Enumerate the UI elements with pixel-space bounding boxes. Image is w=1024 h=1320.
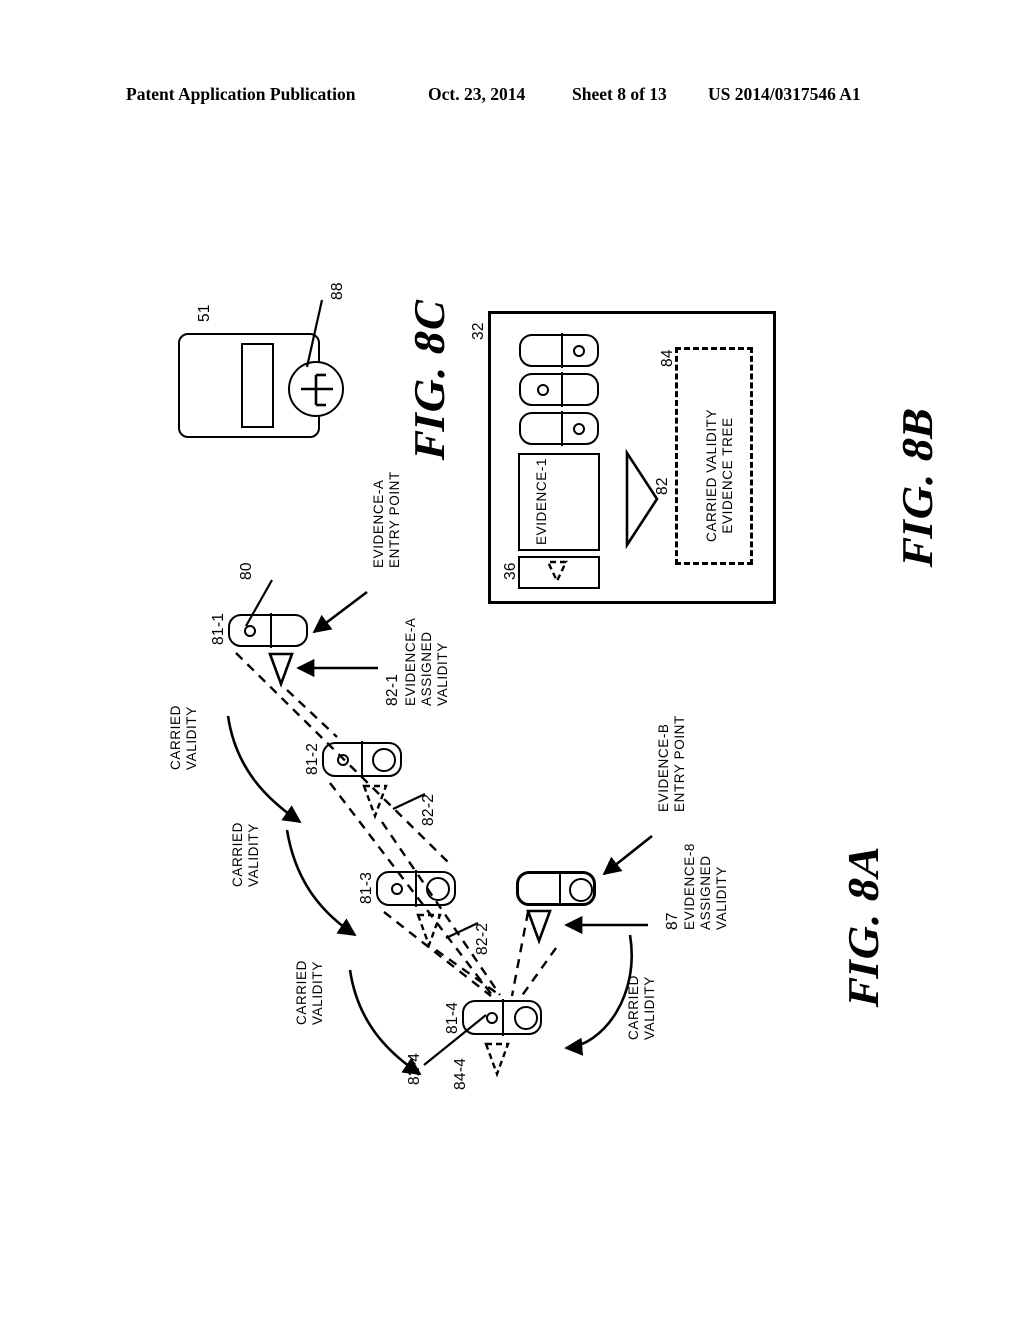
fig8b-node-3-dot: [573, 423, 585, 435]
fig8a-ref-80: 80: [238, 562, 255, 580]
fig8b-input-box: [518, 556, 600, 589]
patent-header: Patent Application Publication Oct. 23, …: [0, 84, 1024, 112]
fig8b-tree-label: CARRIED VALIDITY EVIDENCE TREE: [704, 408, 735, 542]
fig8a-annotation-evidence-a-validity: EVIDENCE-A ASSIGNED VALIDITY: [403, 617, 450, 706]
fig8b-evidence-label: EVIDENCE-1: [534, 457, 549, 545]
fig8b-evidence-box: [518, 453, 600, 551]
fig8a-ref-81-2: 81-2: [304, 742, 321, 775]
fig8b-node-1-divider: [561, 333, 563, 368]
fig8a-annotation-carried-validity-1: CARRIED VALIDITY: [168, 705, 199, 770]
fig8a-node-evidence-b-big-dot: [569, 878, 593, 902]
fig8b-node-1-dot: [573, 345, 585, 357]
header-sheet: Sheet 8 of 13: [572, 84, 667, 104]
fig8a-annotation-carried-validity-4: CARRIED VALIDITY: [626, 975, 657, 1040]
fig8a-node-81-2-big-dot: [372, 748, 396, 772]
fig8a-node-81-3-big-dot: [426, 877, 450, 901]
fig8b-node-2-dot: [537, 384, 549, 396]
fig8a-node-81-2-divider: [361, 741, 363, 778]
fig8a-ref-82-1: 82-1: [384, 673, 401, 706]
fig8a-ref-82-2-b: 82-2: [474, 922, 491, 955]
fig8a-node-81-4: [462, 999, 542, 1036]
fig8a-ref-87: 87: [664, 912, 681, 930]
fig8a-annotation-carried-validity-3: CARRIED VALIDITY: [294, 960, 325, 1025]
fig8a-node-81-4-big-dot: [514, 1006, 538, 1030]
fig8a-annotation-evidence-b-entry: EVIDENCE-B ENTRY POINT: [656, 715, 687, 812]
fig8a-vectors: [226, 579, 653, 1078]
fig8a-node-81-3-divider: [415, 870, 417, 907]
fig8a-title: FIG. 8A: [839, 839, 888, 1011]
fig8a-ref-82-4: 82-4: [406, 1052, 423, 1085]
fig8a-ref-81-3: 81-3: [358, 871, 375, 904]
fig8c-ref-88: 88: [329, 282, 346, 300]
fig8a-node-evidence-b: [516, 871, 596, 906]
fig8a-node-81-1-divider: [270, 613, 272, 648]
fig8b-node-2: [519, 372, 599, 407]
fig8b-ref-36: 36: [502, 562, 519, 580]
fig8a-annotation-evidence-a-entry: EVIDENCE-A ENTRY POINT: [371, 471, 402, 568]
header-patent-number: US 2014/0317546 A1: [708, 84, 861, 104]
fig8b-ref-32: 32: [470, 322, 487, 340]
header-date: Oct. 23, 2014: [428, 84, 526, 104]
fig8b-ref-82: 82: [654, 477, 671, 495]
fig8a-annotation-evidence-b-validity: EVIDENCE-8 ASSIGNED VALIDITY: [682, 842, 729, 930]
fig8a-node-81-3: [376, 870, 456, 907]
fig8b-node-3: [519, 411, 599, 446]
fig8b-title: FIG. 8B: [893, 401, 942, 571]
fig8c-marker-circle: [288, 361, 344, 417]
fig8a-annotation-carried-validity-2: CARRIED VALIDITY: [230, 822, 261, 887]
fig8a-node-81-2: [322, 741, 402, 778]
fig8b-ref-84: 84: [659, 349, 676, 367]
fig8a-node-81-4-divider: [502, 999, 504, 1036]
fig8a-node-81-1: [228, 613, 308, 648]
fig8b-node-2-divider: [561, 372, 563, 407]
fig8c-vectors: [301, 299, 333, 407]
fig8c-ref-51: 51: [196, 304, 213, 322]
header-publication: Patent Application Publication: [126, 84, 356, 104]
fig8a-ref-81-4: 81-4: [444, 1001, 461, 1034]
fig8c-title: FIG. 8C: [405, 292, 454, 464]
fig8b-vectors: [546, 448, 659, 584]
fig8c-device-slot: [241, 343, 274, 428]
fig8a-node-81-4-dot: [486, 1012, 498, 1024]
fig8a-ref-82-2-a: 82-2: [420, 793, 437, 826]
fig8b-node-1: [519, 333, 599, 368]
fig8a-ref-81-1: 81-1: [210, 612, 227, 645]
fig8b-node-3-divider: [561, 411, 563, 446]
fig8a-node-81-2-dot: [337, 754, 349, 766]
fig8a-node-81-3-dot: [391, 883, 403, 895]
fig8a-node-81-1-dot: [244, 625, 256, 637]
fig8a-node-evidence-b-divider: [559, 871, 561, 906]
fig8a-ref-84-4: 84-4: [452, 1057, 469, 1090]
